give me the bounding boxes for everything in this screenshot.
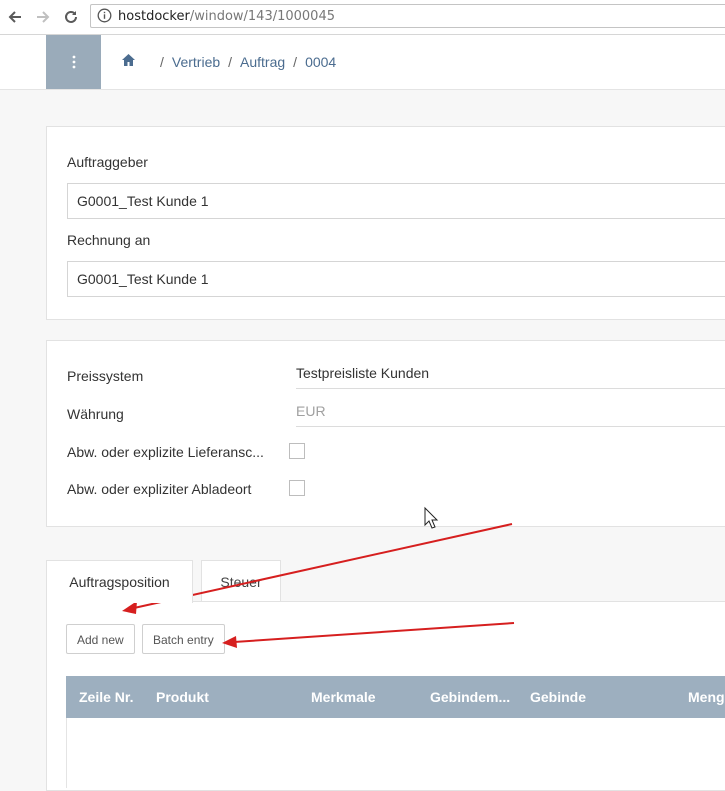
reload-icon[interactable] [60,6,82,28]
rechnung-label: Rechnung an [67,232,151,248]
address-bar[interactable]: hostdocker/window/143/1000045 [90,4,725,28]
breadcrumb-vertrieb[interactable]: Vertrieb [172,54,220,70]
column-zeile-nr[interactable]: Zeile Nr. [79,689,133,705]
tab-auftragsposition[interactable]: Auftragsposition [46,560,193,603]
waehrung-label: Währung [67,406,124,422]
home-icon[interactable] [121,53,136,72]
breadcrumb: / Vertrieb / Auftrag/0004 [160,54,337,70]
waehrung-field: EUR [296,403,725,427]
batch-entry-button[interactable]: Batch entry [142,624,225,654]
lieferanschrift-label: Abw. oder explizite Lieferansc... [67,444,264,460]
header-panel: Auftraggeber G0001_Test Kunde 1 Rechnung… [46,126,725,320]
lieferanschrift-checkbox[interactable] [289,443,305,459]
column-produkt[interactable]: Produkt [156,689,209,705]
auftraggeber-label: Auftraggeber [67,154,148,170]
browser-toolbar: hostdocker/window/143/1000045 [0,0,725,35]
back-icon[interactable] [4,6,26,28]
info-icon[interactable] [97,8,112,28]
url-host: hostdocker [118,9,190,24]
kebab-icon [72,55,75,69]
tab-steuer[interactable]: Steuer [201,560,281,602]
column-gebindemenge[interactable]: Gebindem... [430,689,510,705]
breadcrumb-auftrag[interactable]: Auftrag [240,54,285,70]
column-merkmale[interactable]: Merkmale [311,689,376,705]
abladeort-label: Abw. oder expliziter Abladeort [67,481,252,497]
preissystem-field[interactable]: Testpreisliste Kunden [296,365,725,389]
column-menge[interactable]: Meng [688,689,725,705]
add-new-button[interactable]: Add new [66,624,135,654]
menu-button[interactable] [46,35,101,89]
pricing-panel: Preissystem Testpreisliste Kunden Währun… [46,340,725,527]
rechnung-field[interactable]: G0001_Test Kunde 1 [67,261,725,297]
table-header: Zeile Nr. Produkt Merkmale Gebindem... G… [66,676,725,718]
abladeort-checkbox[interactable] [289,480,305,496]
url-path: /window/143/1000045 [189,9,335,24]
url-text: hostdocker/window/143/1000045 [118,9,335,24]
forward-icon[interactable] [32,6,54,28]
breadcrumb-document-no[interactable]: 0004 [305,54,336,70]
app-header: / Vertrieb / Auftrag/0004 [0,35,725,90]
column-gebinde[interactable]: Gebinde [530,689,586,705]
auftraggeber-field[interactable]: G0001_Test Kunde 1 [67,183,725,219]
preissystem-label: Preissystem [67,368,144,384]
